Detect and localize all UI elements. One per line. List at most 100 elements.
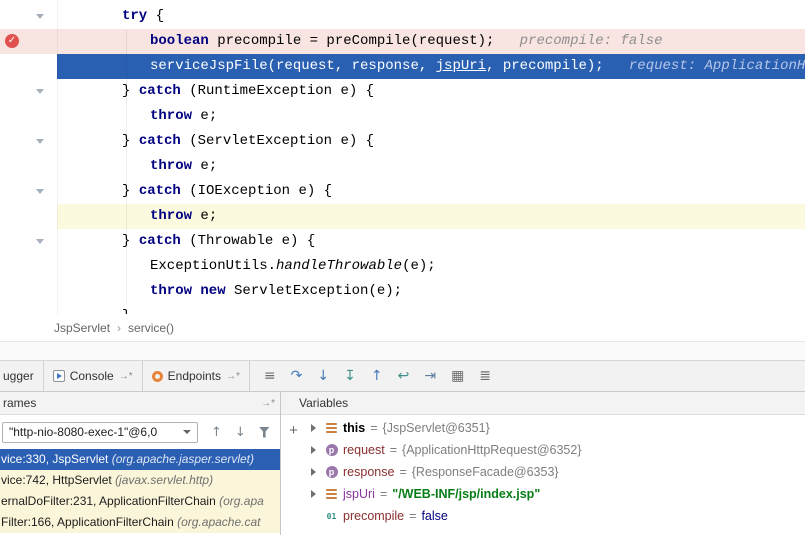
code-text: throw e; (57, 204, 805, 229)
stack-frame-row[interactable]: ernalDoFilter:231, ApplicationFilterChai… (0, 491, 280, 512)
code-line[interactable]: ✓ boolean precompile = preCompile(request… (0, 29, 805, 54)
expand-chevron-icon[interactable] (311, 446, 320, 454)
variables-panel-title: Variables (299, 396, 348, 410)
code-line[interactable]: throw e; (0, 104, 805, 129)
code-line[interactable]: ExceptionUtils.handleThrowable(e); (0, 254, 805, 279)
next-frame-icon[interactable]: ↓ (235, 426, 246, 439)
equals-sign: = (370, 421, 377, 435)
code-line[interactable]: try { (0, 4, 805, 29)
variable-name: this (343, 421, 365, 435)
equals-sign: = (380, 487, 387, 501)
code-token: jspUri (436, 58, 486, 74)
tab-console[interactable]: Console→* (44, 361, 143, 391)
code-text: throw e; (57, 104, 805, 129)
expand-chevron-icon[interactable] (311, 424, 320, 432)
variable-name: jspUri (343, 487, 375, 501)
code-token: (RuntimeException e) { (181, 83, 374, 99)
value-icon (325, 489, 338, 499)
code-token: catch (139, 233, 181, 249)
fold-arrow-icon[interactable] (36, 239, 44, 244)
code-text: throw e; (57, 154, 805, 179)
code-token: } (122, 83, 139, 99)
code-text: } catch (IOException e) { (57, 179, 805, 204)
run-to-cursor-icon[interactable]: ⇥ (424, 369, 436, 383)
breadcrumb: JspServlet›service() (0, 314, 805, 342)
code-token: { (147, 8, 164, 24)
frame-package: (javax.servlet.http) (115, 473, 213, 487)
tab-debugger[interactable]: ugger (0, 361, 44, 391)
variables-panel: Variables + this = {JspServlet@6351} preque… (281, 392, 805, 535)
variable-row[interactable]: this = {JspServlet@6351} (306, 417, 805, 439)
code-token: throw (150, 158, 192, 174)
code-token: ServletException(e); (226, 283, 402, 299)
variable-row[interactable]: prequest={ApplicationHttpRequest@6352} (306, 439, 805, 461)
editor-gutter (0, 154, 57, 179)
frames-panel-header: rames →* (0, 392, 280, 415)
code-token: } (122, 183, 139, 199)
variables-panel-header: Variables (281, 392, 805, 415)
stack-frame-row[interactable]: vice:330, JspServlet (org.apache.jasper.… (0, 449, 280, 470)
breadcrumb-item[interactable]: service() (128, 321, 174, 335)
code-text: boolean precompile = preCompile(request)… (57, 29, 805, 54)
code-token: } (122, 133, 139, 149)
editor-gutter (0, 104, 57, 129)
drop-frame-icon[interactable]: ↩ (398, 369, 410, 383)
variable-value: {JspServlet@6351} (383, 421, 490, 435)
variable-row[interactable]: jspUri="/WEB-INF/jsp/index.jsp" (306, 483, 805, 505)
code-line[interactable]: serviceJspFile(request, response, jspUri… (0, 54, 805, 79)
code-line[interactable]: } catch (ServletException e) { (0, 129, 805, 154)
code-token: ExceptionUtils. (150, 258, 276, 274)
frames-panel-title-suffix: →* (261, 398, 275, 409)
code-line[interactable]: } catch (Throwable e) { (0, 229, 805, 254)
breakpoint-icon[interactable]: ✓ (5, 34, 19, 48)
code-line[interactable]: throw e; (0, 154, 805, 179)
grid-view-icon[interactable]: ▦ (451, 369, 464, 383)
fold-arrow-icon[interactable] (36, 89, 44, 94)
stack-frame-row[interactable]: vice:742, HttpServlet (javax.servlet.htt… (0, 470, 280, 491)
tab-endpoints[interactable]: Endpoints→* (143, 361, 250, 391)
editor-gutter (0, 129, 57, 154)
editor-gutter: ✓ (0, 29, 57, 54)
code-line[interactable]: throw e; (0, 204, 805, 229)
variable-row[interactable]: 01precompile=false (306, 505, 805, 527)
filter-frames-icon[interactable] (259, 427, 270, 438)
tab-suffix: →* (119, 371, 133, 382)
fold-arrow-icon[interactable] (36, 189, 44, 194)
add-watch-button[interactable]: + (289, 422, 298, 439)
tab-label: ugger (3, 369, 34, 383)
editor-gutter (0, 179, 57, 204)
code-token: (Throwable e) { (181, 233, 315, 249)
force-step-into-icon[interactable]: ↧ (344, 369, 356, 383)
view-menu-icon[interactable]: ≡ (264, 369, 276, 383)
step-into-icon[interactable]: ↓ (317, 369, 329, 383)
stack-frame-row[interactable]: Filter:166, ApplicationFilterChain (org.… (0, 512, 280, 533)
frames-panel-title: rames (3, 396, 36, 410)
variables-toolbar: + (281, 415, 306, 535)
fold-arrow-icon[interactable] (36, 139, 44, 144)
value-icon (326, 423, 337, 433)
chevron-down-icon (183, 430, 191, 434)
code-line[interactable]: } (0, 304, 805, 314)
thread-selector-dropdown[interactable]: "http-nio-8080-exec-1"@6,0 (2, 422, 198, 443)
variable-name: precompile (343, 509, 404, 523)
endpoints-icon (152, 371, 163, 382)
editor-gutter (0, 254, 57, 279)
code-line[interactable]: } catch (RuntimeException e) { (0, 79, 805, 104)
expand-chevron-icon[interactable] (311, 468, 320, 476)
step-out-icon[interactable]: ↑ (371, 369, 383, 383)
variable-row[interactable]: presponse={ResponseFacade@6353} (306, 461, 805, 483)
previous-frame-icon[interactable]: ↑ (211, 426, 222, 439)
step-over-icon[interactable]: ↷ (291, 369, 303, 383)
code-line[interactable]: throw new ServletException(e); (0, 279, 805, 304)
expand-chevron-icon[interactable] (311, 490, 320, 498)
code-line[interactable]: } catch (IOException e) { (0, 179, 805, 204)
primitive-icon: 01 (325, 512, 338, 521)
spacer (0, 342, 805, 360)
breadcrumb-item[interactable]: JspServlet (54, 321, 110, 335)
fold-arrow-icon[interactable] (36, 14, 44, 19)
view-options-icon[interactable]: ≣ (479, 369, 491, 383)
code-text: serviceJspFile(request, response, jspUri… (57, 54, 805, 79)
thread-name: "http-nio-8080-exec-1"@6,0 (9, 425, 157, 439)
code-token: precompile = preCompile(request); (209, 33, 495, 49)
code-token: catch (139, 133, 181, 149)
